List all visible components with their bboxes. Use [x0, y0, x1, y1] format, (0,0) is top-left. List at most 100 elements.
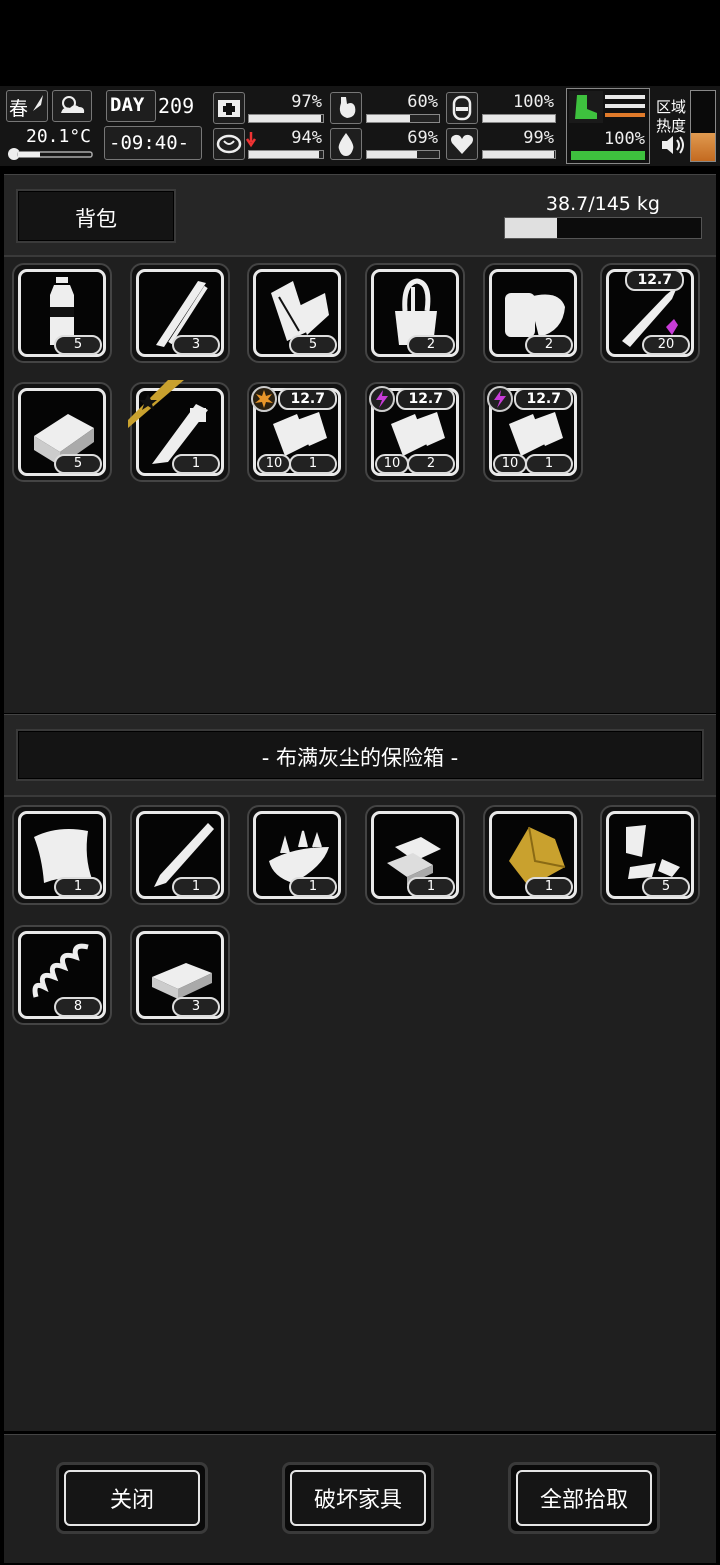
item-count: 2: [407, 454, 455, 474]
item-count: 1: [289, 454, 337, 474]
weather-indicator[interactable]: [52, 90, 92, 122]
item-count: 5: [289, 335, 337, 355]
item-count: 1: [525, 877, 573, 897]
item-count: 3: [172, 997, 220, 1017]
day-number: 209: [158, 94, 195, 118]
vest-icon: [452, 95, 472, 121]
item-slot-caliper[interactable]: 1: [128, 380, 230, 482]
weight-bar: [504, 217, 702, 239]
item-count: 1: [54, 877, 102, 897]
health-value: 97%: [291, 92, 322, 112]
item-slot-rifle-round[interactable]: 12.7 20: [600, 263, 700, 363]
item-count: 2: [407, 335, 455, 355]
item-slot-tweezers[interactable]: 3: [130, 263, 230, 363]
running-boot-icon: [569, 91, 603, 123]
thermometer-icon: [8, 148, 93, 160]
item-slot-metal-rod[interactable]: 1: [130, 805, 230, 905]
heart-icon-box[interactable]: [446, 128, 478, 160]
item-slot-spiked-scrap[interactable]: 1: [247, 805, 347, 905]
clock-box: -09:40-: [104, 126, 202, 160]
speaker-icon[interactable]: [660, 134, 686, 156]
item-count: 5: [54, 454, 102, 474]
item-count: 5: [642, 877, 690, 897]
brain-icon: [216, 134, 242, 154]
item-count: 1: [407, 877, 455, 897]
hunger-bar: [366, 114, 440, 123]
item-slot-scrap-pieces[interactable]: 5: [600, 805, 700, 905]
item-slot-water-bottle[interactable]: 5: [12, 263, 112, 363]
caliber-badge: 12.7: [278, 388, 337, 410]
destroy-furniture-button[interactable]: 破坏家具: [282, 1462, 434, 1534]
zone-heat-meter: [690, 90, 716, 162]
close-button-label: 关闭: [64, 1470, 200, 1526]
item-slot-ammo-box-electric[interactable]: 12.7 10 2: [365, 382, 465, 482]
water-drop-icon: [338, 133, 354, 156]
stomach-icon: [339, 97, 356, 118]
container-title: - 布满灰尘的保险箱 -: [261, 746, 459, 770]
day-label: DAY: [110, 94, 145, 116]
backpack-weight: 38.7/145 kg: [545, 193, 660, 215]
item-count: 1: [525, 454, 573, 474]
season-text: 春: [9, 98, 29, 120]
armor-icon-box[interactable]: [446, 92, 478, 124]
heart-bar: [482, 150, 556, 159]
stomach-icon-box[interactable]: [330, 92, 362, 124]
sun-cloud-icon: [61, 96, 85, 113]
item-count: 1: [172, 877, 220, 897]
item-count: 5: [54, 335, 102, 355]
medkit-icon: [218, 100, 240, 117]
health-bar: [248, 114, 324, 123]
armor-value: 100%: [513, 92, 554, 112]
backpack-title: 背包: [75, 207, 117, 231]
zone-heat-label-2: 热度: [656, 117, 687, 135]
leaf-icon: [33, 95, 43, 111]
item-count: 1: [172, 454, 220, 474]
status-bar: 春 20.1°C DAY 209 -09:40- 97% 94% 60% 69%: [0, 86, 720, 166]
item-slot-tool-cup[interactable]: 2: [365, 263, 465, 363]
item-count: 3: [172, 335, 220, 355]
item-count: 2: [525, 335, 573, 355]
stamina-panel[interactable]: 100%: [566, 88, 650, 164]
item-slot-silver-bars[interactable]: 1: [365, 805, 465, 905]
item-slot-canned-food[interactable]: 5: [12, 382, 112, 482]
temperature: 20.1°C: [26, 126, 92, 147]
backpack-panel: 背包 38.7/145 kg 5 3 5 2 2 12.7 20 5 1 12.…: [4, 174, 716, 713]
water-drop-icon-box[interactable]: [330, 128, 362, 160]
medkit-icon-box[interactable]: [213, 92, 245, 124]
item-count-secondary: 10: [375, 454, 409, 474]
item-count: 1: [289, 877, 337, 897]
close-button[interactable]: 关闭: [56, 1462, 208, 1534]
season-indicator[interactable]: 春: [6, 90, 48, 122]
star-ribbon-icon: [128, 380, 184, 428]
item-count-secondary: 10: [257, 454, 291, 474]
thirst-bar: [366, 150, 440, 159]
container-panel: - 布满灰尘的保险箱 - 1 1 1 1 1 5 8 3: [4, 714, 716, 1431]
electric-effect-icon: [487, 386, 513, 412]
item-slot-ammo-box-electric[interactable]: 12.7 10 1: [483, 382, 583, 482]
item-slot-cloth[interactable]: 1: [12, 805, 112, 905]
item-slot-ammo-box-explosive[interactable]: 12.7 10 1: [247, 382, 347, 482]
take-all-button[interactable]: 全部拾取: [508, 1462, 660, 1534]
brain-icon-box[interactable]: [213, 128, 245, 160]
caliber-badge: 12.7: [625, 269, 684, 291]
heart-icon: [451, 134, 473, 154]
item-slot-gold-nugget[interactable]: 1: [483, 805, 583, 905]
explosive-effect-icon: [251, 386, 277, 412]
item-slot-cash-bundle[interactable]: 3: [130, 925, 230, 1025]
clock-time: -09:40-: [109, 132, 190, 154]
item-count: 20: [642, 335, 690, 355]
item-slot-bandage[interactable]: 2: [483, 263, 583, 363]
item-slot-spring[interactable]: 8: [12, 925, 112, 1025]
item-slot-paper-rolls[interactable]: 5: [247, 263, 347, 363]
stamina-bar: [571, 151, 645, 160]
thirst-value: 69%: [407, 128, 438, 148]
take-all-label: 全部拾取: [516, 1470, 652, 1526]
stamina-value: 100%: [604, 129, 645, 149]
zone-heat-label-1: 区域: [656, 98, 687, 116]
backpack-tab[interactable]: 背包: [16, 189, 176, 243]
container-title-bar: - 布满灰尘的保险箱 -: [16, 729, 704, 781]
hunger-value: 60%: [407, 92, 438, 112]
item-count: 8: [54, 997, 102, 1017]
item-count-secondary: 10: [493, 454, 527, 474]
sanity-value: 94%: [291, 128, 322, 148]
